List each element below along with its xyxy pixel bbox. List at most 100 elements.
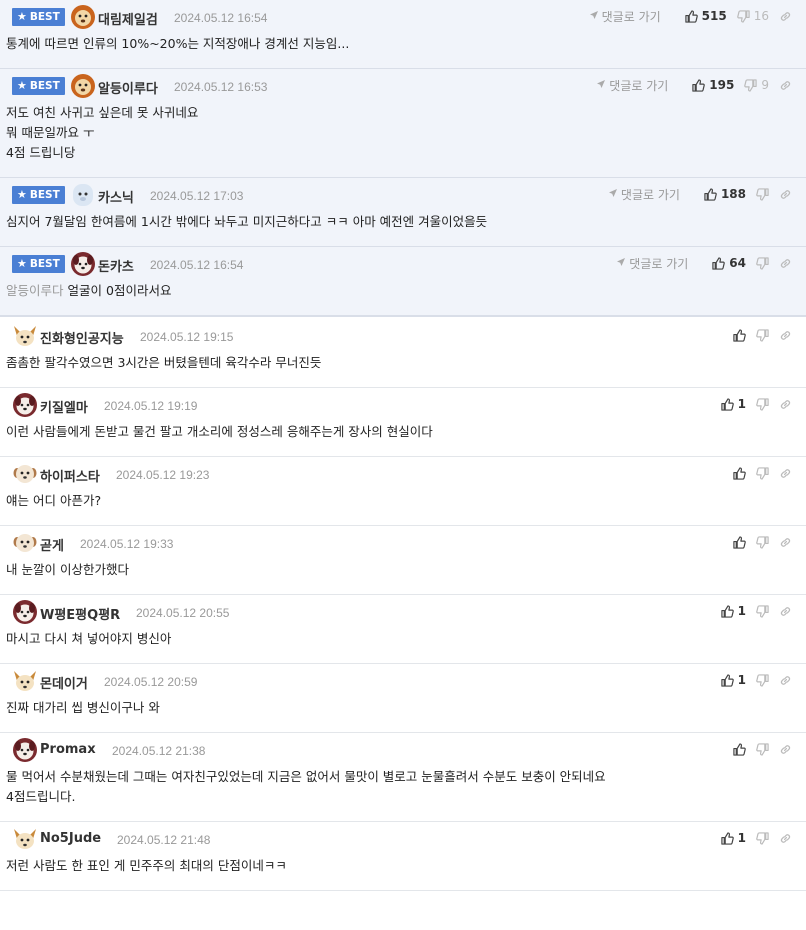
avatar[interactable]: [12, 323, 38, 349]
nickname[interactable]: 알등이루다: [98, 78, 158, 97]
comment: W평E평Q평R 2024.05.12 20:55 1 마시고 다시 쳐 넣어야지 병신…: [0, 595, 806, 664]
thumbs-up-icon: [733, 328, 746, 342]
downvote-button[interactable]: [756, 256, 769, 270]
nickname[interactable]: 키질엘마: [40, 397, 88, 416]
best-comment: ★ BEST 대림제일검 2024.05.12 16:54 댓글로 가기 515 16 통계에…: [0, 0, 806, 69]
mention[interactable]: 알등이루다: [6, 283, 64, 298]
avatar[interactable]: [70, 182, 96, 208]
avatar[interactable]: [12, 737, 38, 763]
reply-label: 댓글로 가기: [601, 9, 661, 24]
star-icon: ★: [17, 79, 27, 92]
downvote-button[interactable]: [756, 535, 769, 549]
nickname[interactable]: 대림제일검: [98, 9, 158, 28]
upvote-button[interactable]: [733, 328, 746, 342]
nickname[interactable]: Promax: [40, 742, 96, 757]
upvote-button[interactable]: 1: [720, 673, 746, 687]
star-icon: ★: [17, 10, 27, 23]
thumbs-down-icon: [756, 535, 769, 549]
go-to-reply-link[interactable]: 댓글로 가기: [616, 255, 688, 272]
downvote-button[interactable]: [756, 187, 769, 201]
avatar[interactable]: [12, 826, 38, 852]
nickname[interactable]: 돈카츠: [98, 256, 134, 275]
comment-header: ★ BEST 알등이루다 2024.05.12 16:53 댓글로 가기 195 9: [6, 69, 800, 103]
comment-text: 얘는 어디 아픈가?: [6, 493, 102, 508]
nickname[interactable]: W평E평Q평R: [40, 604, 120, 623]
comment-actions: [723, 326, 792, 344]
link-icon[interactable]: [779, 329, 792, 342]
avatar[interactable]: [12, 461, 38, 487]
downvote-button[interactable]: [756, 673, 769, 687]
comment-header: 진화형인공지능 2024.05.12 19:15: [6, 319, 800, 353]
avatar[interactable]: [12, 392, 38, 418]
nickname[interactable]: 카스닉: [98, 187, 134, 206]
thumbs-down-icon: [756, 742, 769, 756]
comment-date: 2024.05.12 16:53: [174, 80, 268, 94]
star-icon: ★: [17, 188, 27, 201]
comment-actions: 댓글로 가기 64: [616, 254, 792, 272]
avatar[interactable]: [70, 4, 96, 30]
comment-text: 저도 여친 사귀고 싶은데 못 사귀네요: [6, 105, 199, 120]
go-to-reply-link[interactable]: 댓글로 가기: [589, 8, 661, 25]
downvote-button[interactable]: [756, 466, 769, 480]
thumbs-down-icon: [736, 9, 750, 23]
upvote-button[interactable]: 515: [684, 9, 727, 23]
comment-line: 알등이루다 얼굴이 0점이라서요: [6, 281, 800, 301]
link-icon[interactable]: [779, 398, 792, 411]
avatar[interactable]: [70, 73, 96, 99]
comment-actions: 1: [711, 829, 792, 847]
comment-text: 물 먹어서 수분채웠는데 그때는 여자친구있었는데 지금은 없어서 물맛이 별로…: [6, 769, 606, 784]
upvote-button[interactable]: [733, 742, 746, 756]
best-comment: ★ BEST 알등이루다 2024.05.12 16:53 댓글로 가기 195 9 저도 여…: [0, 69, 806, 178]
comment-line: 마시고 다시 쳐 넣어야지 병신아: [6, 629, 800, 649]
comment-text: 심지어 7월달임 한여름에 1시간 밖에다 놔두고 미지근하다고 ㅋㅋ 아마 예…: [6, 214, 488, 229]
avatar[interactable]: [12, 530, 38, 556]
link-icon[interactable]: [779, 832, 792, 845]
link-icon[interactable]: [779, 743, 792, 756]
downvote-button[interactable]: 16: [736, 9, 769, 23]
downvote-button[interactable]: [756, 831, 769, 845]
thumbs-down-icon: [756, 604, 769, 618]
avatar[interactable]: [70, 251, 96, 277]
go-to-reply-link[interactable]: 댓글로 가기: [596, 77, 668, 94]
comment-body: 얘는 어디 아픈가?: [6, 491, 800, 525]
link-icon[interactable]: [779, 79, 792, 92]
comment: 몬데이거 2024.05.12 20:59 1 진짜 대가리 씹 병신이구나 와: [0, 664, 806, 733]
upvote-count: 64: [729, 256, 746, 270]
link-icon[interactable]: [779, 257, 792, 270]
upvote-count: 195: [709, 78, 735, 92]
reply-label: 댓글로 가기: [620, 187, 680, 202]
downvote-button[interactable]: [756, 328, 769, 342]
downvote-button[interactable]: [756, 397, 769, 411]
comment-date: 2024.05.12 21:38: [112, 744, 206, 758]
avatar[interactable]: [12, 668, 38, 694]
nickname[interactable]: 하이퍼스타: [40, 466, 100, 485]
comment-line: 4점드립니다.: [6, 787, 800, 807]
downvote-button[interactable]: 9: [744, 78, 769, 92]
upvote-button[interactable]: [733, 535, 746, 549]
upvote-button[interactable]: 1: [720, 831, 746, 845]
link-icon[interactable]: [779, 536, 792, 549]
upvote-button[interactable]: 1: [720, 604, 746, 618]
comment-date: 2024.05.12 19:19: [104, 399, 198, 413]
link-icon[interactable]: [779, 674, 792, 687]
upvote-button[interactable]: 188: [704, 187, 746, 201]
nickname[interactable]: 곧게: [40, 535, 64, 554]
nickname[interactable]: 몬데이거: [40, 673, 88, 692]
upvote-button[interactable]: [733, 466, 746, 480]
upvote-button[interactable]: 195: [692, 78, 734, 92]
upvote-button[interactable]: 64: [712, 256, 746, 270]
best-comment: ★ BEST 카스닉 2024.05.12 17:03 댓글로 가기 188 심지어 7월달…: [0, 178, 806, 247]
go-to-reply-link[interactable]: 댓글로 가기: [608, 186, 680, 203]
link-icon[interactable]: [779, 605, 792, 618]
avatar[interactable]: [12, 599, 38, 625]
comment-text: 진짜 대가리 씹 병신이구나 와: [6, 700, 160, 715]
upvote-button[interactable]: 1: [720, 397, 746, 411]
link-icon[interactable]: [779, 188, 792, 201]
link-icon[interactable]: [779, 10, 792, 23]
downvote-button[interactable]: [756, 604, 769, 618]
comment-date: 2024.05.12 19:23: [116, 468, 210, 482]
downvote-button[interactable]: [756, 742, 769, 756]
nickname[interactable]: No5Jude: [40, 831, 101, 846]
nickname[interactable]: 진화형인공지능: [40, 328, 124, 347]
link-icon[interactable]: [779, 467, 792, 480]
